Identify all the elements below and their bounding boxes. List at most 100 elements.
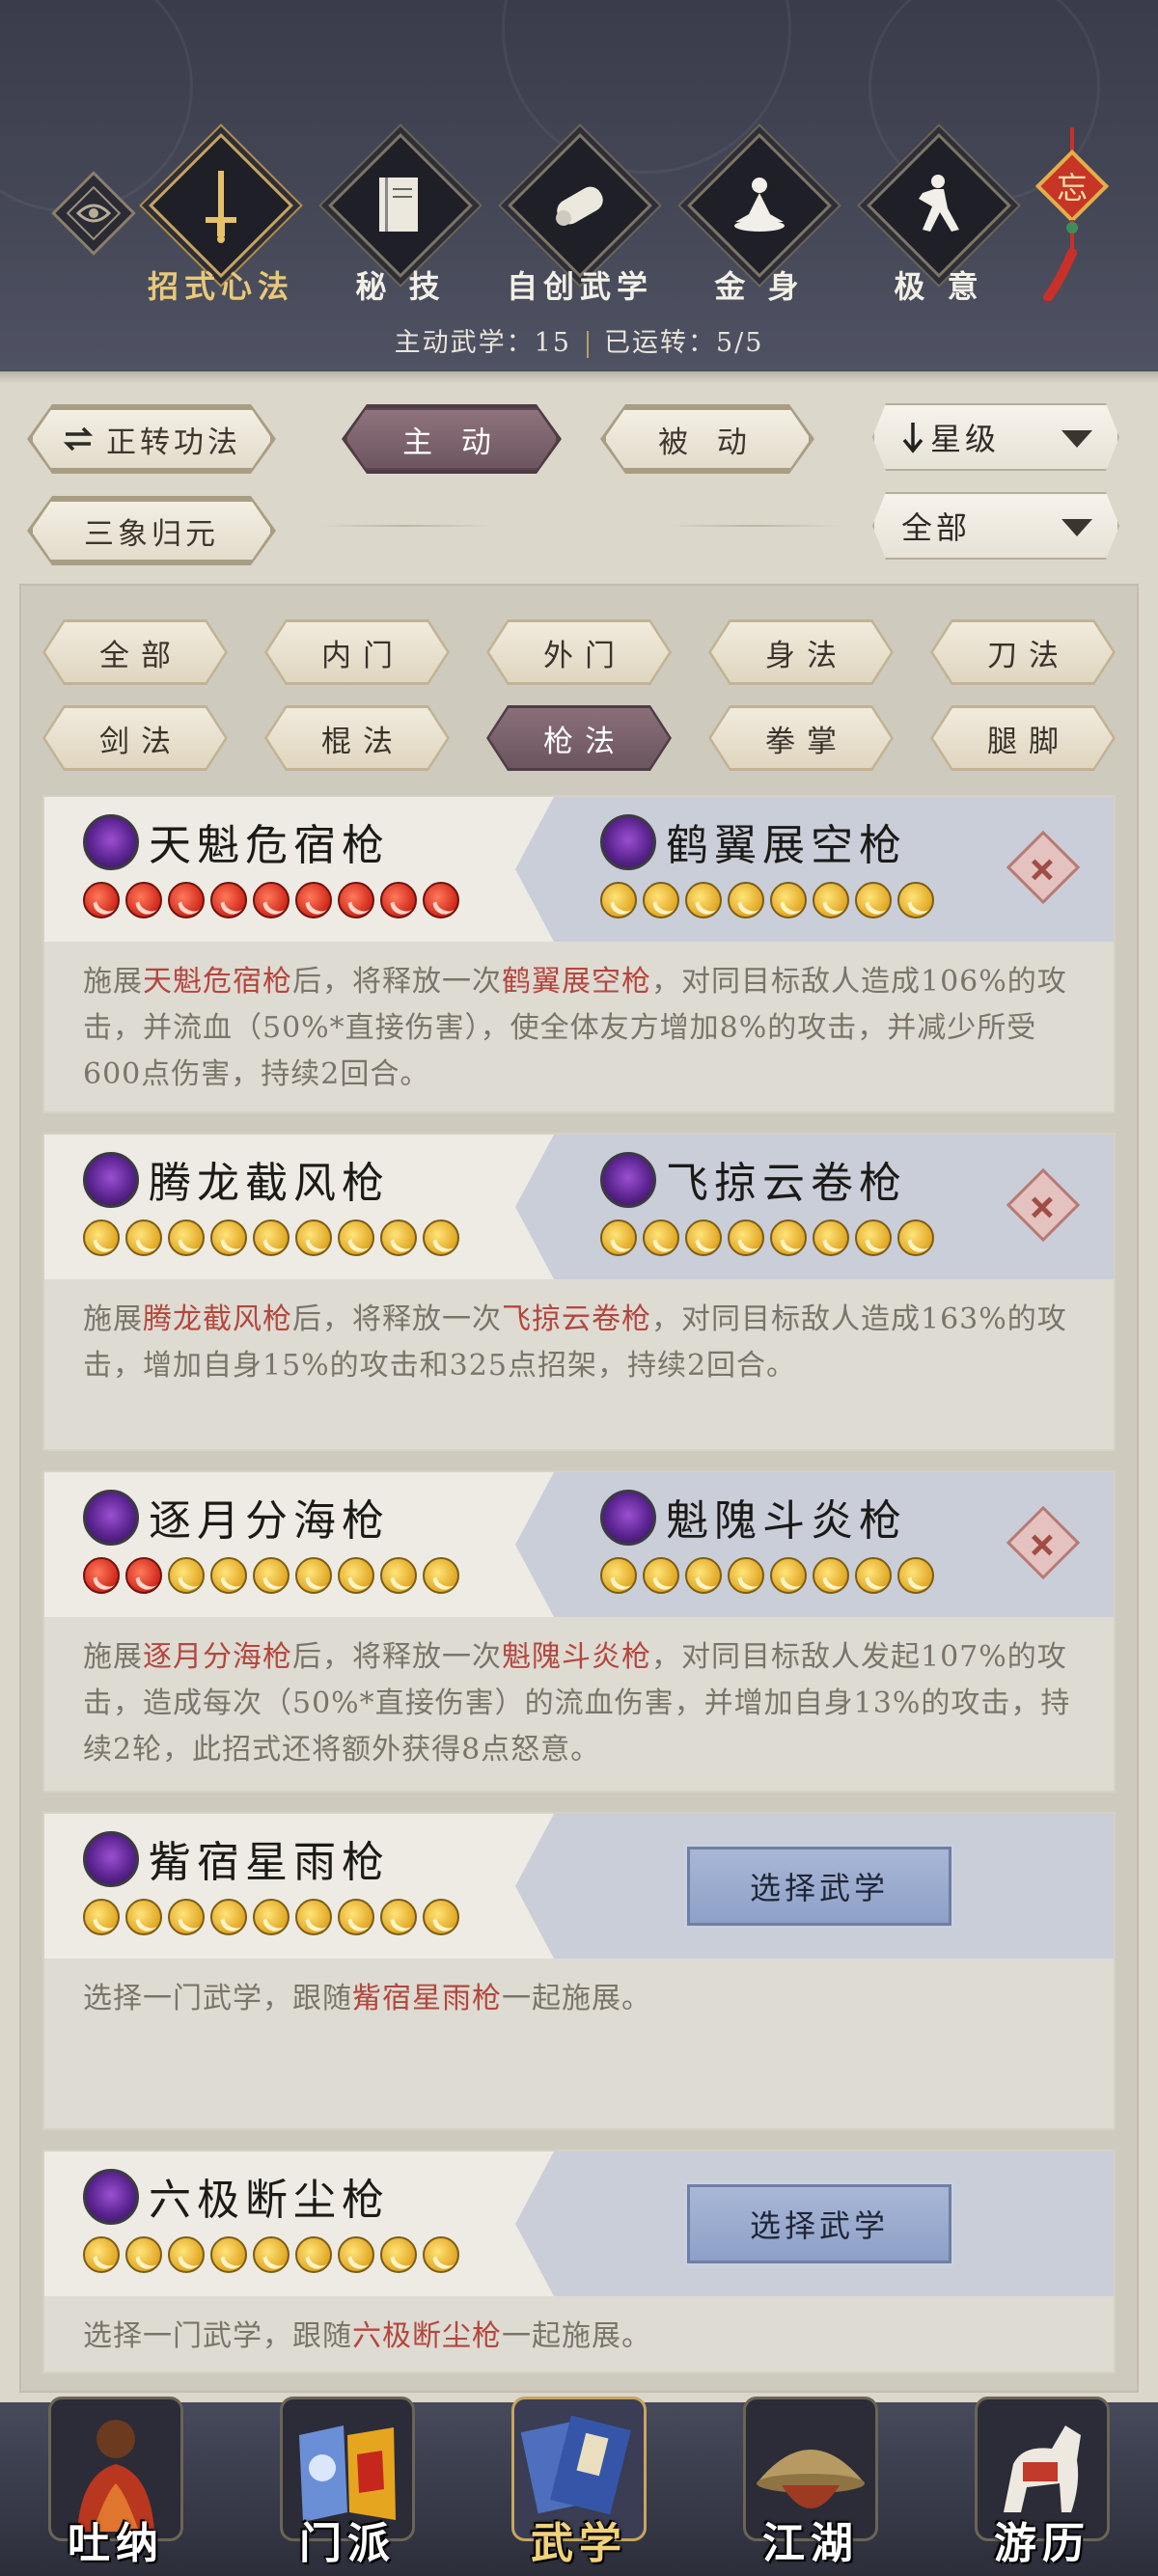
filter-blade[interactable]: 刀法 [933,622,1113,682]
category-golden-body[interactable]: 金 身 [679,133,832,309]
gold-star-icon [295,1219,332,1256]
gold-star-icon [168,2236,205,2273]
book-icon [362,167,439,244]
lucky-knot-icon[interactable]: 忘 [1031,127,1114,302]
spear-skill-icon [83,814,139,870]
red-star-icon [295,882,332,918]
skill-name: 天魁危宿枪 [149,821,390,870]
nav-label: 门派 [299,2519,396,2568]
filter-staff[interactable]: 棍法 [267,708,447,768]
skill-slot-left[interactable]: 六极断尘枪 [83,2151,508,2287]
star-rating [83,1899,459,1935]
gold-star-icon [897,1557,934,1594]
gold-star-icon [600,882,637,918]
gold-star-icon [83,1899,120,1935]
cycle-icon [62,425,95,453]
star-rating [600,882,934,918]
category-secret-skills[interactable]: 秘 技 [320,133,473,309]
nav-label: 吐纳 [68,2519,164,2568]
cycle-technique-label: 正转功法 [106,425,241,460]
nav-travel[interactable]: 游历 [955,2383,1129,2576]
cycle-technique-button[interactable]: 正转功法 [31,408,272,470]
preset-button[interactable]: 三象归元 [31,500,272,562]
gold-star-icon [125,1899,162,1935]
spear-skill-icon [600,814,656,870]
skill-description: 选择一门武学，跟随六极断尘枪一起施展。 [83,2319,651,2353]
gold-star-icon [728,882,764,918]
red-star-icon [83,1557,120,1594]
spear-skill-icon [600,1490,656,1546]
category-self-created[interactable]: 自创武学 [500,133,652,309]
eye-icon[interactable] [74,198,113,229]
star-rating [83,882,459,918]
gold-star-icon [380,2236,417,2273]
select-skill-button[interactable]: 选择武学 [684,2181,954,2266]
filter-fist-palm[interactable]: 拳掌 [711,708,891,768]
active-skills-count: 15 [534,328,571,358]
combo-card: 腾龙截风枪 飞掠云卷枪 施展腾龙截风枪后，将释放一次飞掠云卷枪，对同目标敌人造成… [42,1133,1116,1451]
gold-star-icon [338,1219,374,1256]
gold-star-icon [338,2236,374,2273]
gold-star-icon [600,1219,637,1256]
gold-star-icon [685,1219,722,1256]
gold-star-icon [423,1557,459,1594]
skill-slot-right[interactable]: 魁隗斗炎枪 [600,1472,1025,1607]
tab-passive-skills[interactable]: 被 动 [604,408,811,470]
gold-star-icon [813,1219,849,1256]
red-star-icon [253,882,290,918]
divider-right [666,525,840,527]
filter-all[interactable]: 全部 [45,622,225,682]
gold-star-icon [210,2236,247,2273]
gold-star-icon [380,1219,417,1256]
skill-slot-left[interactable]: 逐月分海枪 [83,1472,508,1607]
skill-slot-right[interactable]: 飞掠云卷枪 [600,1135,1025,1270]
category-moves-and-techniques[interactable]: 招式心法 [141,133,293,309]
filter-outer-sect[interactable]: 外门 [489,622,669,682]
red-star-icon [380,882,417,918]
star-rating [83,2236,459,2273]
nav-sect[interactable]: 门派 [261,2383,434,2576]
category-ultimate-intent[interactable]: 极 意 [859,133,1011,309]
gold-star-icon [253,1899,290,1935]
gold-star-icon [380,1899,417,1935]
gold-star-icon [423,1899,459,1935]
gold-star-icon [253,1557,290,1594]
skill-slot-left[interactable]: 天魁危宿枪 [83,797,508,932]
sort-dropdown[interactable]: 星级 [872,403,1119,471]
gold-star-icon [728,1219,764,1256]
nav-breathing[interactable]: 吐纳 [29,2383,203,2576]
divider-left [318,525,492,527]
gold-star-icon [643,1219,679,1256]
skill-card-unpaired: 六极断尘枪 选择武学 选择一门武学，跟随六极断尘枪一起施展。 [42,2150,1116,2373]
tab-active-skills[interactable]: 主 动 [345,408,558,470]
skill-slot-right[interactable]: 鹤翼展空枪 [600,797,1025,932]
gold-star-icon [770,882,807,918]
filter-spear[interactable]: 枪法 [489,708,669,768]
select-skill-button[interactable]: 选择武学 [684,1844,954,1929]
skill-slot-left[interactable]: 腾龙截风枪 [83,1135,508,1270]
red-star-icon [423,882,459,918]
star-rating [600,1557,934,1594]
skill-name: 逐月分海枪 [149,1496,390,1546]
gold-star-icon [295,1899,332,1935]
filter-dropdown[interactable]: 全部 [872,492,1119,560]
gold-star-icon [210,1899,247,1935]
skill-card-unpaired: 觜宿星雨枪 选择武学 选择一门武学，跟随觜宿星雨枪一起施展。 [42,1812,1116,2130]
gold-star-icon [770,1219,807,1256]
gold-star-icon [643,882,679,918]
gold-star-icon [253,2236,290,2273]
gold-star-icon [897,1219,934,1256]
gold-star-icon [855,882,892,918]
filter-movement[interactable]: 身法 [711,622,891,682]
filter-leg-kick[interactable]: 腿脚 [933,708,1113,768]
filter-inner-sect[interactable]: 内门 [267,622,447,682]
active-skills-label: 主动武学： [394,328,535,358]
gold-star-icon [338,1557,374,1594]
running-label: 已运转： [603,328,716,358]
skill-slot-left[interactable]: 觜宿星雨枪 [83,1814,508,1949]
nav-martial-arts[interactable]: 武学 [492,2383,666,2576]
category-label: 自创武学 [506,268,653,305]
gold-star-icon [253,1219,290,1256]
filter-sword[interactable]: 剑法 [45,708,225,768]
nav-jianghu[interactable]: 江湖 [724,2383,897,2576]
